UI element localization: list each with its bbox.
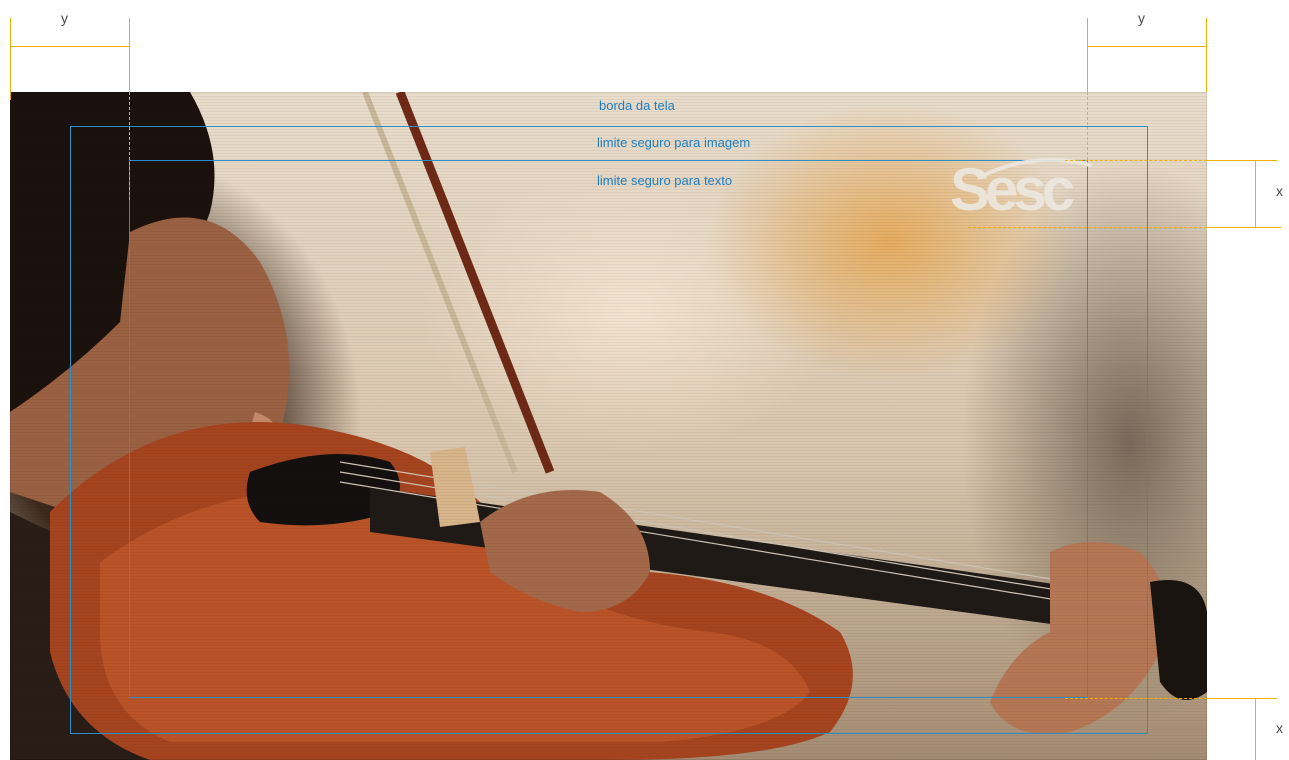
- bottom-x-guide: [1207, 698, 1277, 699]
- top-x-label: x: [1276, 183, 1283, 199]
- top-x-guide-upper: [1207, 160, 1277, 161]
- right-y-label: y: [1138, 10, 1145, 26]
- sesc-logo: Sesc: [950, 156, 1075, 223]
- top-x-guide-dashed-lower: [968, 227, 1207, 228]
- top-x-guide-lower: [1207, 227, 1281, 228]
- left-y-guide-start: [10, 18, 11, 100]
- right-y-guide-dashed: [1087, 92, 1088, 160]
- image-safe-label: limite seguro para imagem: [597, 135, 751, 150]
- bottom-x-dimension-line: [1255, 698, 1256, 760]
- right-y-guide-start: [1087, 18, 1088, 92]
- top-x-guide-dashed-upper: [1065, 160, 1207, 161]
- text-safe-frame: [129, 160, 1088, 698]
- left-y-guide-dashed: [129, 92, 130, 200]
- text-safe-label: limite seguro para texto: [597, 173, 733, 188]
- right-y-dimension-line: [1087, 46, 1207, 47]
- left-y-label: y: [61, 10, 68, 26]
- left-y-dimension-line: [10, 46, 130, 47]
- left-y-guide-end: [129, 18, 130, 92]
- safe-area-diagram: borda da tela limite seguro para imagem …: [0, 0, 1289, 760]
- top-x-dimension-line: [1255, 160, 1256, 228]
- screen-edge-label: borda da tela: [599, 98, 675, 113]
- bottom-x-label: x: [1276, 720, 1283, 736]
- right-y-guide-end: [1206, 18, 1207, 92]
- bottom-x-guide-dashed: [1065, 698, 1207, 699]
